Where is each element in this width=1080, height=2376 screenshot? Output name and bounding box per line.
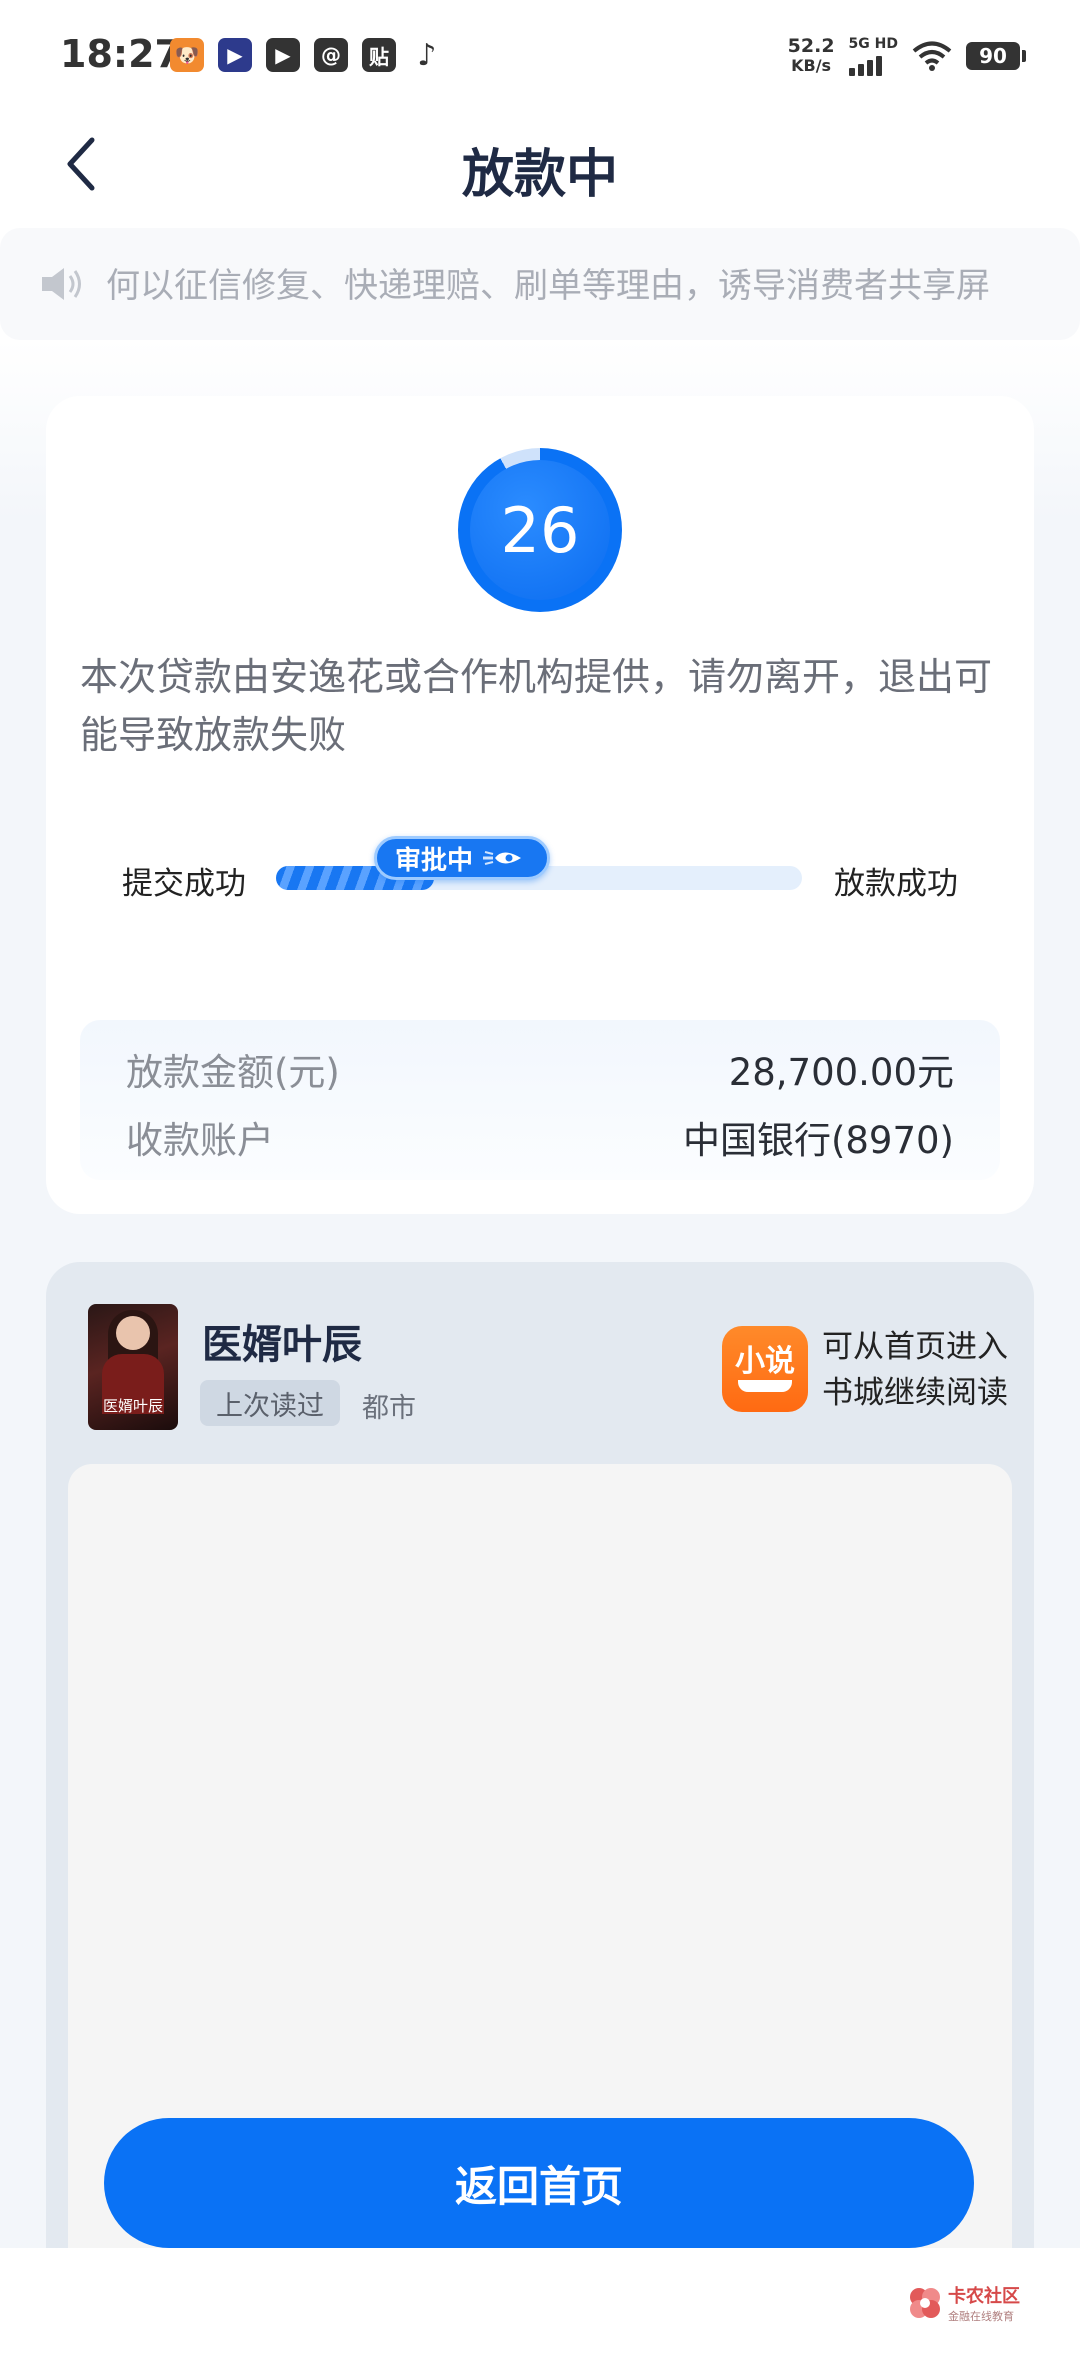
rocket-icon [483,851,522,865]
tieba-app-icon: 贴 [362,38,396,72]
reader-tip: 可从首页进入 书城继续阅读 [822,1324,1008,1416]
countdown-ring: 26 [458,448,622,612]
net-speed: 52.2 KB/s [788,36,835,76]
loan-status-card: 26 本次贷款由安逸花或合作机构提供，请勿离开，退出可能导致放款失败 提交成功 … [46,396,1034,1214]
header: 放款中 [0,112,1080,216]
signal-label: 5G HD [848,36,898,52]
return-home-button[interactable]: 返回首页 [104,2118,974,2248]
amount-label: 放款金额(元) [126,1051,340,1094]
account-row: 收款账户 中国银行(8970) [126,1110,954,1162]
account-value: 中国银行(8970) [682,1119,954,1162]
book-cover[interactable]: 医婿叶辰 [88,1304,178,1430]
puppy-app-icon: 🐶 [170,38,204,72]
watermark-main: 卡农社区 [948,2286,1020,2307]
wifi-icon [912,41,952,71]
signal-block: 5G HD [848,36,898,76]
cellular-signal-icon [848,52,898,76]
step-disbursed: 放款成功 [834,866,958,902]
reader-tip-line1: 可从首页进入 [822,1329,1008,1365]
book-genre: 都市 [362,1393,416,1424]
novel-app-icon[interactable]: 小说 [722,1326,808,1412]
notice-bar: 何以征信修复、快递理赔、刷单等理由，诱导消费者共享屏 [0,228,1080,340]
account-label: 收款账户 [126,1119,274,1162]
search-app-icon: @ [314,38,348,72]
countdown-value: 26 [470,460,610,600]
step-current-label: 审批中 [395,845,474,876]
open-book-icon [738,1380,792,1392]
net-speed-unit: KB/s [791,56,832,75]
watermark-sub: 金融在线教育 [948,2310,1014,2323]
amount-value: 28,700.00元 [728,1051,954,1094]
book-title[interactable]: 医婿叶辰 [202,1312,362,1370]
play-app-icon: ▶ [266,38,300,72]
battery-icon: 90 [966,42,1026,70]
page: 18:27 🐶 ▶ ▶ @ 贴 ♪ 52.2 KB/s 5G HD 90 放款中… [0,0,1080,2376]
net-speed-value: 52.2 [787,35,835,57]
step-submitted: 提交成功 [122,866,246,902]
kanong-logo-icon [910,2288,940,2318]
step-current-badge: 审批中 [374,836,551,880]
video-app-icon: ▶ [218,38,252,72]
speaker-icon [42,268,81,300]
status-app-icons: 🐶 ▶ ▶ @ 贴 ♪ [170,37,444,73]
amount-row: 放款金额(元) 28,700.00元 [126,1042,954,1094]
loan-details: 放款金额(元) 28,700.00元 收款账户 中国银行(8970) [80,1020,1000,1180]
status-time: 18:27 [60,32,181,76]
status-bar: 18:27 🐶 ▶ ▶ @ 贴 ♪ 52.2 KB/s 5G HD 90 [0,0,1080,112]
progress-steps: 提交成功 审批中 放款成功 [46,836,1034,916]
loan-message: 本次贷款由安逸花或合作机构提供，请勿离开，退出可能导致放款失败 [80,655,993,757]
page-title: 放款中 [461,145,618,205]
novel-app-icon-text: 小说 [735,1344,795,1379]
status-right: 52.2 KB/s 5G HD 90 [788,36,1026,76]
read-tag: 上次读过 [200,1380,340,1426]
tiktok-app-icon: ♪ [417,37,437,73]
cover-title: 医婿叶辰 [102,1397,163,1415]
notice-text: 何以征信修复、快递理赔、刷单等理由，诱导消费者共享屏 [106,266,990,306]
reader-tip-line2: 书城继续阅读 [822,1375,1008,1411]
watermark: 卡农社区 金融在线教育 [908,2282,1020,2324]
